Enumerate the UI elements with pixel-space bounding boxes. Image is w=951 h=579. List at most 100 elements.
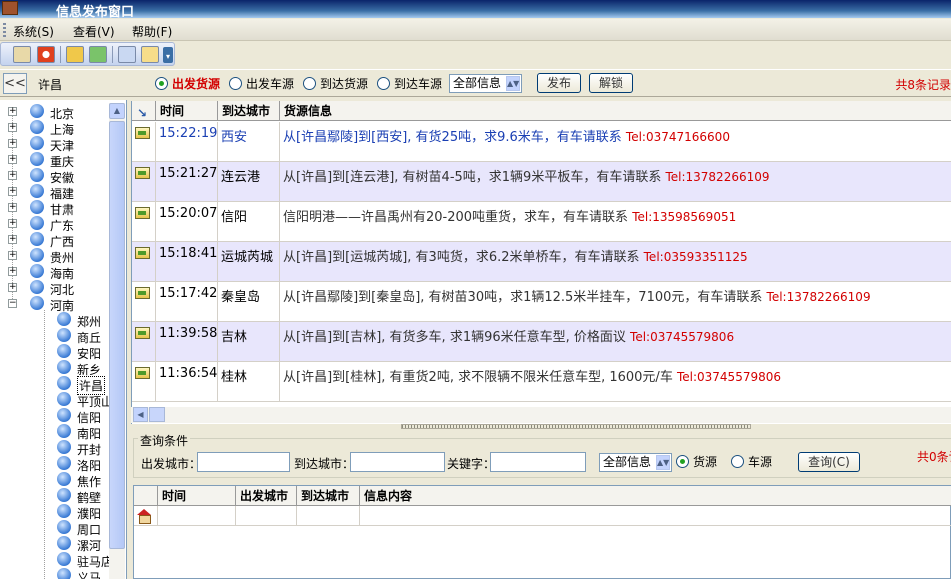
region-node-icon — [30, 264, 44, 278]
search-button[interactable]: 查询(C) — [798, 452, 860, 472]
radio-depart-cars-label[interactable]: 出发车源 — [246, 75, 294, 92]
tree-province-label[interactable]: 海南 — [50, 265, 74, 282]
result-header-from[interactable]: 出发城市 — [236, 486, 297, 506]
tree-city-label[interactable]: 鹤壁 — [77, 489, 101, 506]
header-sort-icon[interactable]: ↘ — [132, 101, 156, 121]
radio-arrive-cars[interactable] — [377, 77, 390, 90]
scroll-up-icon[interactable]: ▲ — [109, 103, 125, 119]
grid-icon[interactable] — [118, 46, 136, 63]
tree-city-label[interactable]: 南阳 — [77, 425, 101, 442]
table-row[interactable]: 15:18:41 运城芮城 从[许昌]到[运城芮城], 有3吨货，求6.2米单桥车，… — [132, 242, 951, 282]
expand-icon[interactable]: + — [8, 187, 17, 196]
expand-icon[interactable]: + — [8, 251, 17, 260]
menu-view[interactable]: 查看(V) — [73, 23, 115, 40]
folder-icon[interactable] — [66, 46, 84, 63]
expand-icon[interactable]: + — [8, 219, 17, 228]
table-row[interactable]: 11:39:58 吉林 从[许昌]到[吉林], 有货多车, 求1辆96米任意车型, … — [132, 322, 951, 362]
tree-province-label[interactable]: 安徽 — [50, 169, 74, 186]
scroll-thumb[interactable] — [149, 407, 165, 422]
header-city[interactable]: 到达城市 — [218, 101, 280, 121]
radio-depart-cars[interactable] — [229, 77, 242, 90]
tree-province-label[interactable]: 广西 — [50, 233, 74, 250]
tree-city-label[interactable]: 周口 — [77, 521, 101, 538]
result-new-row[interactable] — [134, 506, 951, 526]
tree-city-label[interactable]: 开封 — [77, 441, 101, 458]
radio-arrive-cars-label[interactable]: 到达车源 — [394, 75, 442, 92]
table-row[interactable]: 15:22:19 西安 从[许昌鄢陵]到[西安], 有货25吨，求9.6米车，有车请… — [132, 122, 951, 162]
tree-city-label[interactable]: 义马 — [77, 569, 101, 579]
collapse-icon[interactable]: − — [8, 299, 17, 308]
radio-arrive-goods-label[interactable]: 到达货源 — [320, 75, 368, 92]
table-row[interactable]: 15:21:27 连云港 从[许昌]到[连云港], 有树苗4-5吨，求1辆9米平板车… — [132, 162, 951, 202]
tree-province-label[interactable]: 重庆 — [50, 153, 74, 170]
scroll-thumb[interactable] — [109, 121, 125, 549]
expand-icon[interactable]: + — [8, 155, 17, 164]
tree-city-label[interactable]: 郑州 — [77, 313, 101, 330]
expand-icon[interactable]: + — [8, 171, 17, 180]
radio-goods-label[interactable]: 货源 — [693, 453, 717, 470]
expand-icon[interactable]: + — [8, 123, 17, 132]
table-row[interactable]: 15:17:42 秦皇岛 从[许昌鄢陵]到[秦皇岛], 有树苗30吨，求1辆12.5… — [132, 282, 951, 322]
expand-icon[interactable]: + — [8, 267, 17, 276]
table-row[interactable]: 15:20:07 信阳 信阳明港——许昌禹州有20-200吨重货，求车，有车请联系 … — [132, 202, 951, 242]
row-city: 吉林 — [218, 322, 280, 362]
menu-system[interactable]: 系统(S) — [13, 23, 54, 40]
result-header-time[interactable]: 时间 — [158, 486, 236, 506]
tree-province-label[interactable]: 上海 — [50, 121, 74, 138]
edit-icon[interactable] — [141, 46, 159, 63]
scope-select[interactable]: 全部信息 ▲▼ — [449, 74, 522, 93]
tree-city-label[interactable]: 焦作 — [77, 473, 101, 490]
header-time[interactable]: 时间 — [156, 101, 218, 121]
radio-depart-goods-label[interactable]: 出发货源 — [172, 75, 220, 92]
tree-city-label[interactable]: 商丘 — [77, 329, 101, 346]
tree-province-label[interactable]: 天津 — [50, 137, 74, 154]
keyword-input[interactable] — [490, 452, 586, 472]
expand-icon[interactable]: + — [8, 203, 17, 212]
tree-province-label[interactable]: 北京 — [50, 105, 74, 122]
tree-city-label[interactable]: 濮阳 — [77, 505, 101, 522]
result-cell[interactable] — [236, 506, 297, 526]
splitter-grip[interactable] — [401, 424, 751, 429]
menu-help[interactable]: 帮助(F) — [132, 23, 172, 40]
to-city-input[interactable] — [350, 452, 445, 472]
expand-icon[interactable]: + — [8, 107, 17, 116]
tree-province-label[interactable]: 福建 — [50, 185, 74, 202]
publish-button[interactable]: 发布 — [537, 73, 581, 93]
tree-city-label[interactable]: 信阳 — [77, 409, 101, 426]
tree-province-label[interactable]: 广东 — [50, 217, 74, 234]
tree-scrollbar[interactable]: ▲ — [109, 103, 125, 579]
tree-city-label[interactable]: 安阳 — [77, 345, 101, 362]
tree-city-label[interactable]: 洛阳 — [77, 457, 101, 474]
region-node-icon — [57, 520, 71, 534]
stop-icon[interactable] — [37, 46, 55, 63]
expand-icon[interactable]: + — [8, 283, 17, 292]
result-cell[interactable] — [158, 506, 236, 526]
from-city-input[interactable] — [197, 452, 290, 472]
unlock-button[interactable]: 解锁 — [589, 73, 633, 93]
tree-province-label[interactable]: 贵州 — [50, 249, 74, 266]
radio-cars-label[interactable]: 车源 — [748, 453, 772, 470]
tree-city-label[interactable]: 平顶山 — [77, 393, 113, 410]
query-scope-select[interactable]: 全部信息 ▲▼ — [599, 453, 672, 472]
grid-hscrollbar[interactable]: ◀ — [131, 407, 951, 423]
radio-cars[interactable] — [731, 455, 744, 468]
header-message[interactable]: 货源信息 — [280, 101, 951, 121]
exit-icon[interactable] — [13, 46, 31, 63]
result-cell[interactable] — [297, 506, 360, 526]
table-row[interactable]: 11:36:54 桂林 从[许昌]到[桂林], 有重货2吨, 求不限辆不限米任意车型… — [132, 362, 951, 402]
expand-icon[interactable]: + — [8, 235, 17, 244]
collapse-sidebar-button[interactable]: << — [3, 73, 27, 94]
scroll-left-icon[interactable]: ◀ — [133, 407, 148, 422]
tree-province-label[interactable]: 甘肃 — [50, 201, 74, 218]
result-header-content[interactable]: 信息内容 — [360, 486, 951, 506]
toolbar-overflow-icon[interactable]: ▾ — [163, 47, 173, 63]
expand-icon[interactable]: + — [8, 139, 17, 148]
tag-icon[interactable] — [89, 46, 107, 63]
tree-province-label[interactable]: 河北 — [50, 281, 74, 298]
radio-depart-goods[interactable] — [155, 77, 168, 90]
tree-city-label[interactable]: 漯河 — [77, 537, 101, 554]
radio-goods[interactable] — [676, 455, 689, 468]
result-header-to[interactable]: 到达城市 — [297, 486, 360, 506]
tree-city-label[interactable]: 驻马店 — [77, 553, 113, 570]
radio-arrive-goods[interactable] — [303, 77, 316, 90]
